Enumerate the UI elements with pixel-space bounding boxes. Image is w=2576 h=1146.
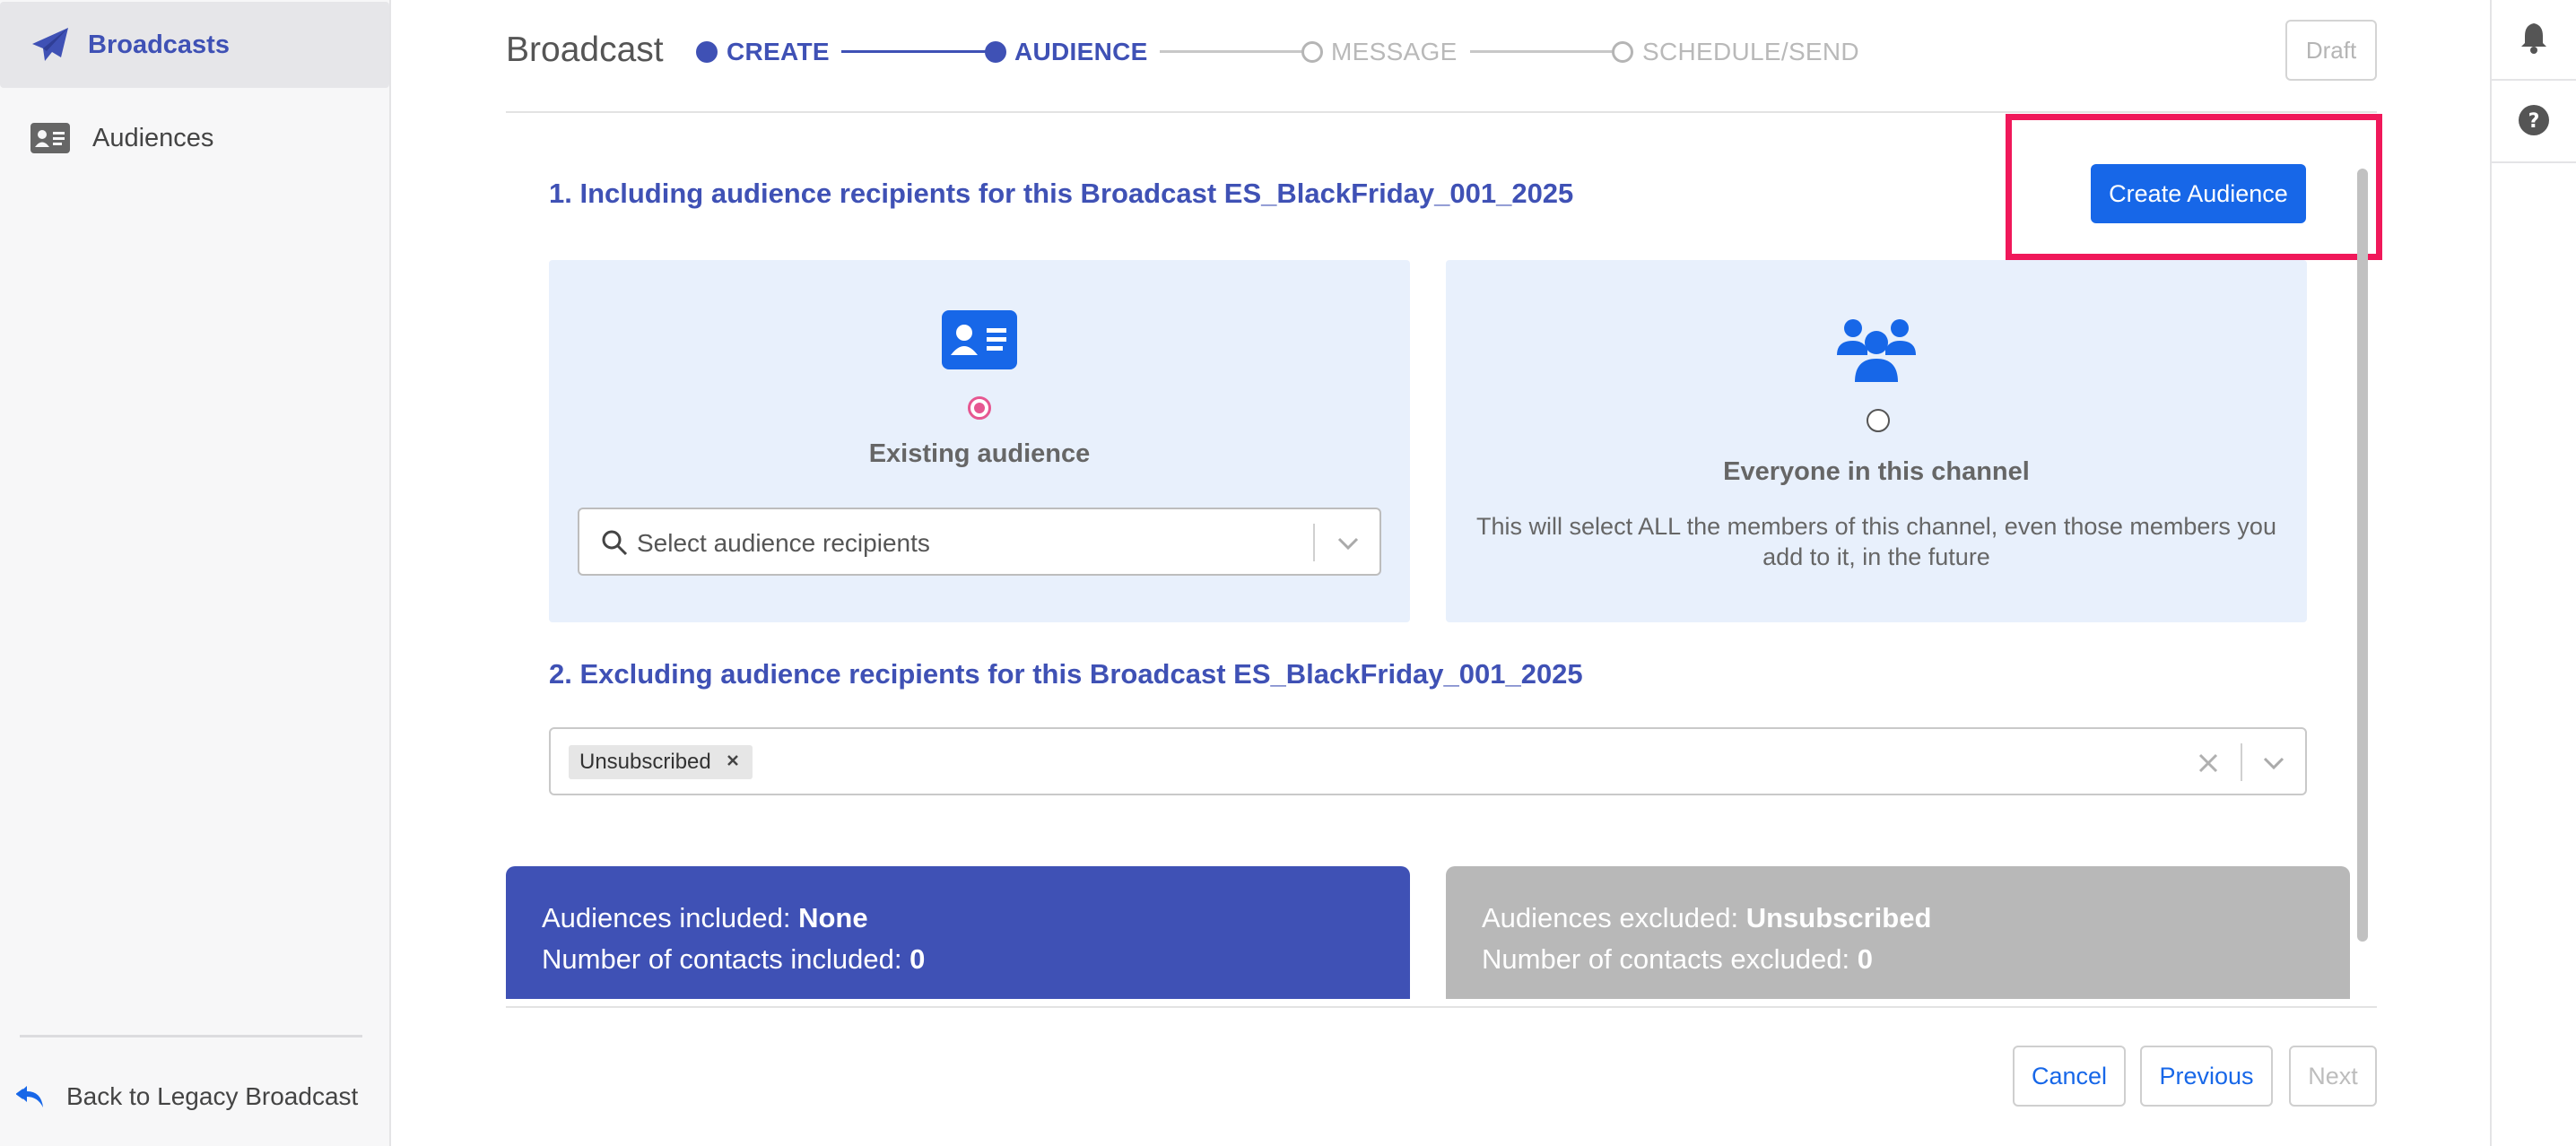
next-button[interactable]: Next	[2289, 1046, 2377, 1107]
chip-label: Unsubscribed	[579, 750, 711, 774]
sidebar-item-label: Broadcasts	[88, 30, 230, 59]
svg-text:?: ?	[2528, 110, 2540, 133]
audience-select-input[interactable]: Select audience recipients	[578, 508, 1381, 576]
page-title: Broadcast	[506, 30, 664, 69]
reply-icon	[15, 1084, 45, 1114]
step-connector	[1470, 50, 1623, 53]
existing-audience-title: Existing audience	[868, 439, 1091, 468]
contacts-excluded-label: Number of contacts excluded:	[1482, 943, 1858, 975]
id-card-icon	[942, 310, 1017, 374]
content-divider	[506, 1006, 2377, 1008]
draft-status-button[interactable]: Draft	[2285, 20, 2377, 81]
everyone-title: Everyone in this channel	[1723, 457, 2030, 486]
step-dot-audience	[985, 41, 1006, 63]
everyone-in-channel-card[interactable]: Everyone in this channel This will selec…	[1446, 260, 2307, 622]
notifications-button[interactable]	[2492, 0, 2576, 81]
sidebar-item-broadcasts[interactable]: Broadcasts	[0, 2, 389, 88]
select-placeholder: Select audience recipients	[637, 529, 930, 557]
sidebar: Broadcasts Audiences	[0, 0, 391, 1146]
scrollbar-thumb[interactable]	[2357, 169, 2368, 942]
contacts-included-label: Number of contacts included:	[542, 943, 910, 975]
step-connector	[841, 50, 996, 53]
sidebar-item-audiences[interactable]: Audiences	[0, 95, 389, 181]
exclude-audience-select[interactable]: Unsubscribed	[549, 727, 2307, 795]
back-link-label: Back to Legacy Broadcast	[66, 1082, 359, 1110]
audiences-included-label: Audiences included:	[542, 902, 799, 933]
included-summary-panel: Audiences included: None Number of conta…	[506, 866, 1410, 999]
audiences-included-value: None	[798, 902, 868, 933]
help-icon: ?	[2518, 104, 2550, 141]
id-card-icon	[30, 120, 70, 156]
step-create: CREATE	[727, 38, 830, 65]
audiences-excluded-label: Audiences excluded:	[1482, 902, 1746, 933]
step-schedule-send: SCHEDULE/SEND	[1642, 38, 1859, 65]
previous-button[interactable]: Previous	[2140, 1046, 2273, 1107]
audiences-included-row: Audiences included: None	[542, 902, 868, 934]
chevron-down-icon[interactable]	[1336, 533, 1360, 557]
right-rail: ?	[2490, 0, 2576, 1146]
step-dot-create	[696, 41, 718, 63]
exclude-section-title: 2. Excluding audience recipients for thi…	[549, 658, 1583, 690]
stepper: CREATE AUDIENCE MESSAGE SCHEDULE/SEND	[696, 27, 1880, 77]
step-connector	[1160, 50, 1312, 53]
step-dot-message	[1301, 41, 1323, 63]
bell-icon	[2519, 22, 2548, 58]
create-audience-button[interactable]: Create Audience	[2091, 164, 2306, 223]
cancel-button[interactable]: Cancel	[2013, 1046, 2126, 1107]
chip-remove-icon[interactable]	[722, 750, 744, 771]
users-group-icon	[1835, 314, 1918, 386]
clear-icon[interactable]	[2197, 752, 2219, 778]
excluded-summary-panel: Audiences excluded: Unsubscribed Number …	[1446, 866, 2350, 999]
select-separator	[1313, 524, 1315, 561]
sidebar-item-label: Audiences	[92, 123, 214, 152]
select-separator	[2241, 743, 2242, 781]
audiences-excluded-value: Unsubscribed	[1745, 902, 1932, 933]
paper-plane-icon	[30, 27, 70, 63]
contacts-included-row: Number of contacts included: 0	[542, 943, 925, 976]
search-icon	[601, 529, 628, 560]
sidebar-divider	[20, 1035, 362, 1037]
excluded-chip: Unsubscribed	[569, 745, 753, 779]
everyone-description: This will select ALL the members of this…	[1476, 513, 2276, 570]
help-button[interactable]: ?	[2492, 82, 2576, 163]
everyone-radio[interactable]	[1867, 409, 1890, 432]
step-dot-schedule	[1612, 41, 1633, 63]
existing-audience-card[interactable]: Existing audience Select audience recipi…	[549, 260, 1410, 622]
contacts-excluded-row: Number of contacts excluded: 0	[1482, 943, 1873, 976]
contacts-included-value: 0	[909, 943, 926, 975]
contacts-excluded-value: 0	[1857, 943, 1873, 975]
step-audience: AUDIENCE	[1014, 38, 1148, 65]
existing-audience-radio[interactable]	[968, 396, 991, 420]
include-section-title: 1. Including audience recipients for thi…	[549, 178, 1574, 209]
audiences-excluded-row: Audiences excluded: Unsubscribed	[1482, 902, 1931, 934]
header-divider	[506, 111, 2377, 113]
chevron-down-icon[interactable]	[2262, 752, 2285, 777]
step-message: MESSAGE	[1331, 38, 1458, 65]
